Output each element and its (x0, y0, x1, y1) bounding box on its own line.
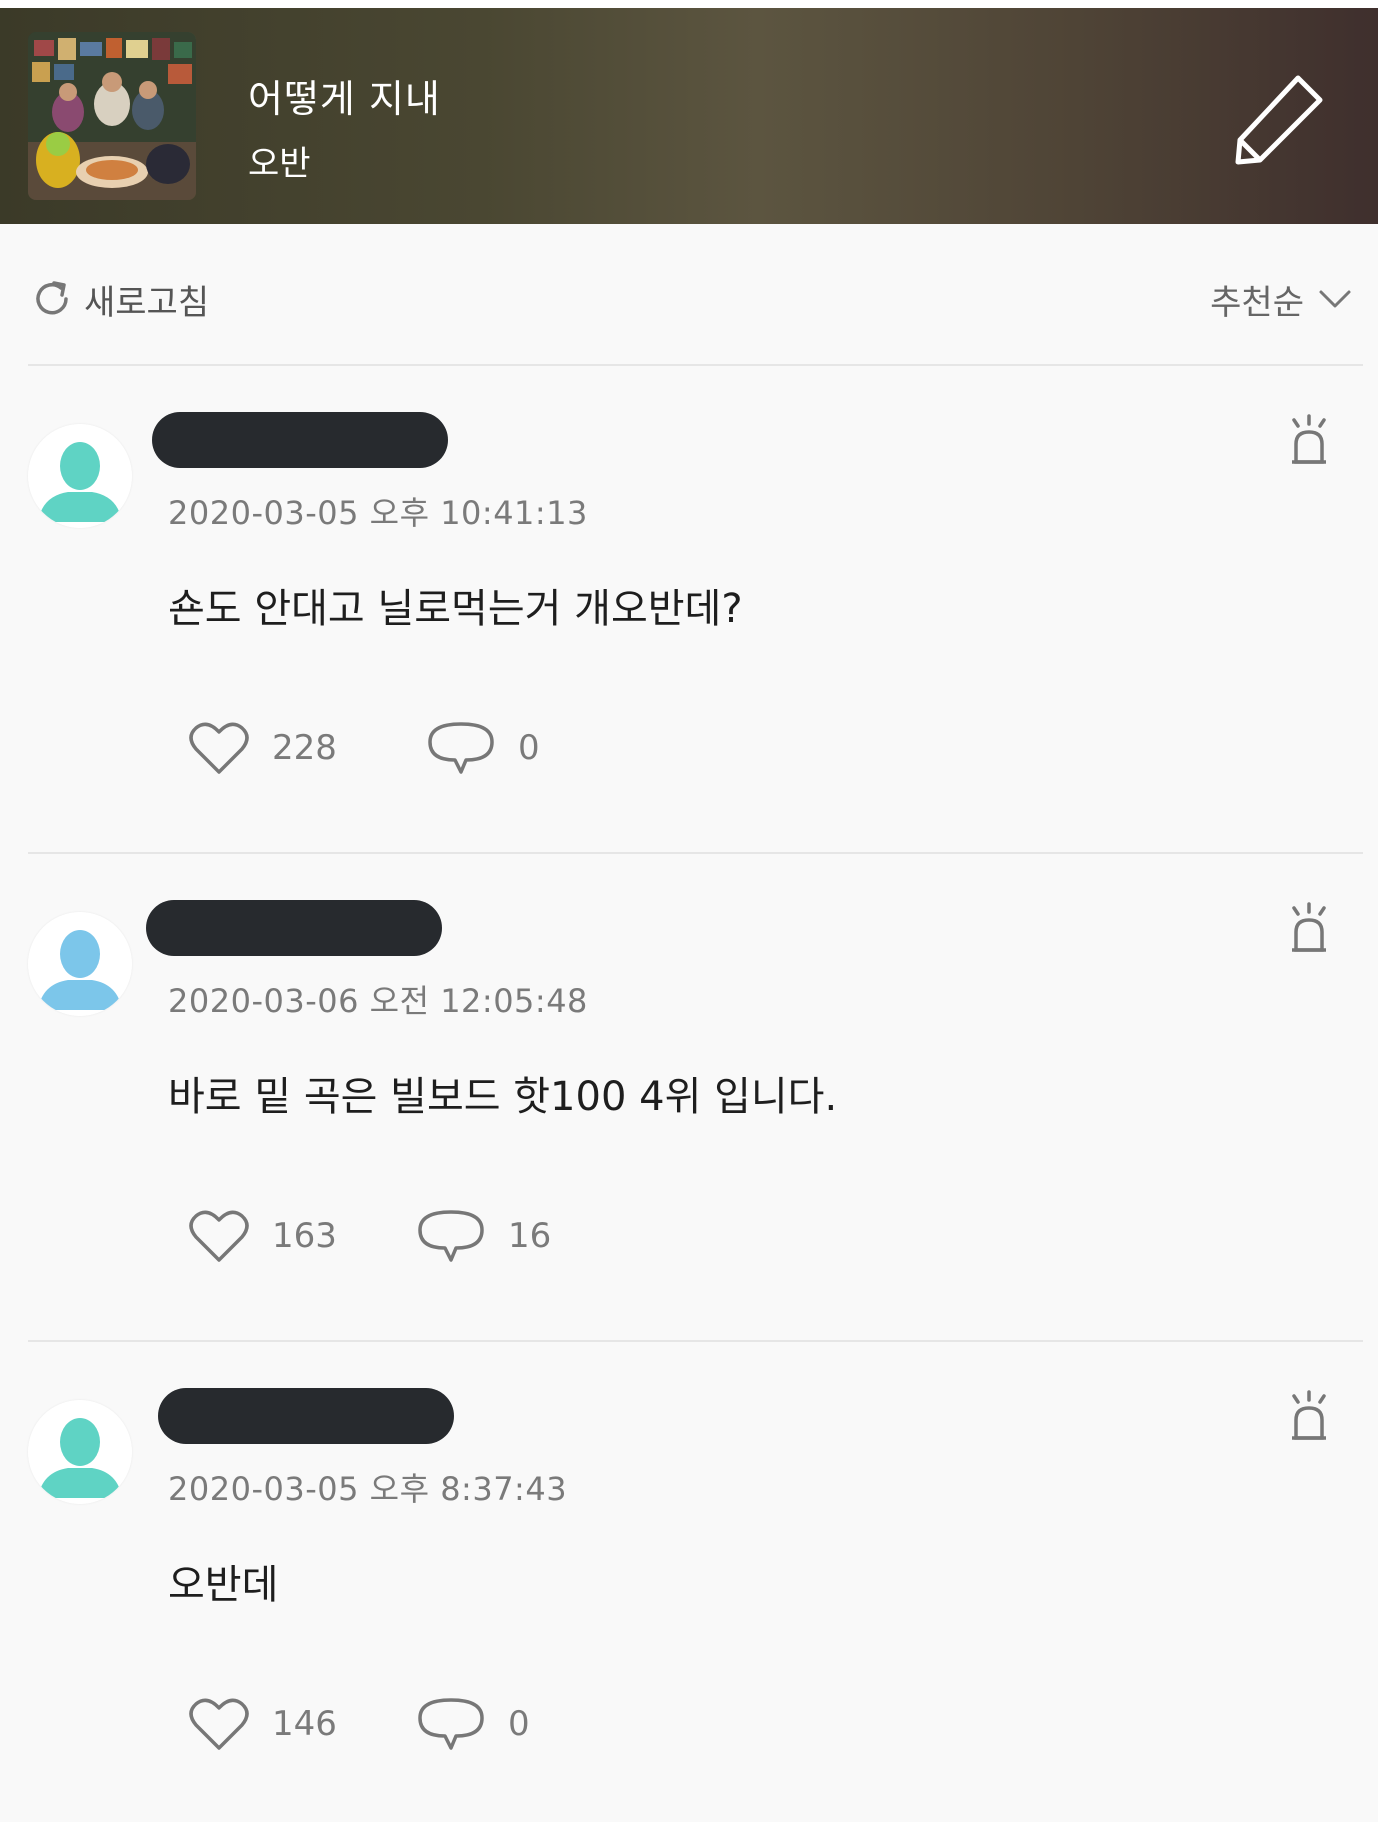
sort-label: 추천순 (1210, 282, 1304, 323)
like-count: 228 (272, 728, 337, 768)
speech-bubble-icon (418, 1210, 484, 1262)
comment-text: 바로 밑 곡은 빌보드 핫100 4위 입니다. (168, 1074, 838, 1120)
report-button[interactable] (1288, 414, 1330, 464)
reply-button[interactable]: 0 (416, 1694, 530, 1754)
comment-timestamp: 2020-03-06 오전 12:05:48 (168, 982, 588, 1020)
redacted-username (146, 900, 442, 956)
speech-bubble-icon (428, 722, 494, 774)
artist-name: 오반 (248, 144, 311, 184)
chevron-down-icon (1319, 290, 1351, 308)
heart-icon (189, 1210, 249, 1262)
comment-item: 2020-03-06 오전 12:05:48 바로 밑 곡은 빌보드 핫100 … (0, 854, 1378, 1340)
reply-button[interactable]: 16 (416, 1206, 551, 1266)
song-header: 어떻게 지내 오반 (0, 8, 1378, 224)
like-button[interactable]: 163 (188, 1206, 337, 1266)
speech-bubble-icon (418, 1698, 484, 1750)
redacted-username (152, 412, 448, 468)
avatar[interactable] (28, 1400, 132, 1504)
report-button[interactable] (1288, 902, 1330, 952)
edit-button[interactable] (1232, 72, 1328, 168)
redacted-username (158, 1388, 454, 1444)
alarm-icon (1292, 1390, 1326, 1440)
album-art[interactable] (28, 32, 196, 200)
refresh-button[interactable]: 새로고침 (30, 274, 209, 324)
pencil-icon (1235, 75, 1323, 165)
reply-count: 0 (508, 1704, 530, 1744)
comment-timestamp: 2020-03-05 오후 8:37:43 (168, 1470, 568, 1508)
comment-toolbar: 새로고침 추천순 (0, 224, 1378, 374)
heart-icon (189, 1698, 249, 1750)
sort-dropdown[interactable]: 추천순 (1210, 274, 1352, 324)
comment-page: 어떻게 지내 오반 새로고침 추천순 2020-03-05 오후 10:41:1… (0, 8, 1378, 1822)
song-title: 어떻게 지내 (248, 77, 441, 121)
reply-count: 16 (508, 1216, 552, 1256)
heart-icon (189, 722, 249, 774)
reply-count: 0 (518, 728, 540, 768)
like-count: 163 (272, 1216, 337, 1256)
like-count: 146 (272, 1704, 337, 1744)
like-button[interactable]: 228 (188, 718, 337, 778)
comment-timestamp: 2020-03-05 오후 10:41:13 (168, 494, 588, 532)
alarm-icon (1292, 414, 1326, 464)
comment-text: 숀도 안대고 닐로먹는거 개오반데? (168, 586, 743, 632)
comment-item: 2020-03-05 오후 8:37:43 오반데 146 0 (0, 1342, 1378, 1822)
reply-button[interactable]: 0 (426, 718, 540, 778)
avatar[interactable] (28, 912, 132, 1016)
comment-text: 오반데 (168, 1562, 279, 1608)
like-button[interactable]: 146 (188, 1694, 337, 1754)
refresh-icon (36, 281, 68, 315)
refresh-label: 새로고침 (84, 282, 210, 323)
comment-item: 2020-03-05 오후 10:41:13 숀도 안대고 닐로먹는거 개오반데… (0, 366, 1378, 852)
report-button[interactable] (1288, 1390, 1330, 1440)
avatar[interactable] (28, 424, 132, 528)
alarm-icon (1292, 902, 1326, 952)
